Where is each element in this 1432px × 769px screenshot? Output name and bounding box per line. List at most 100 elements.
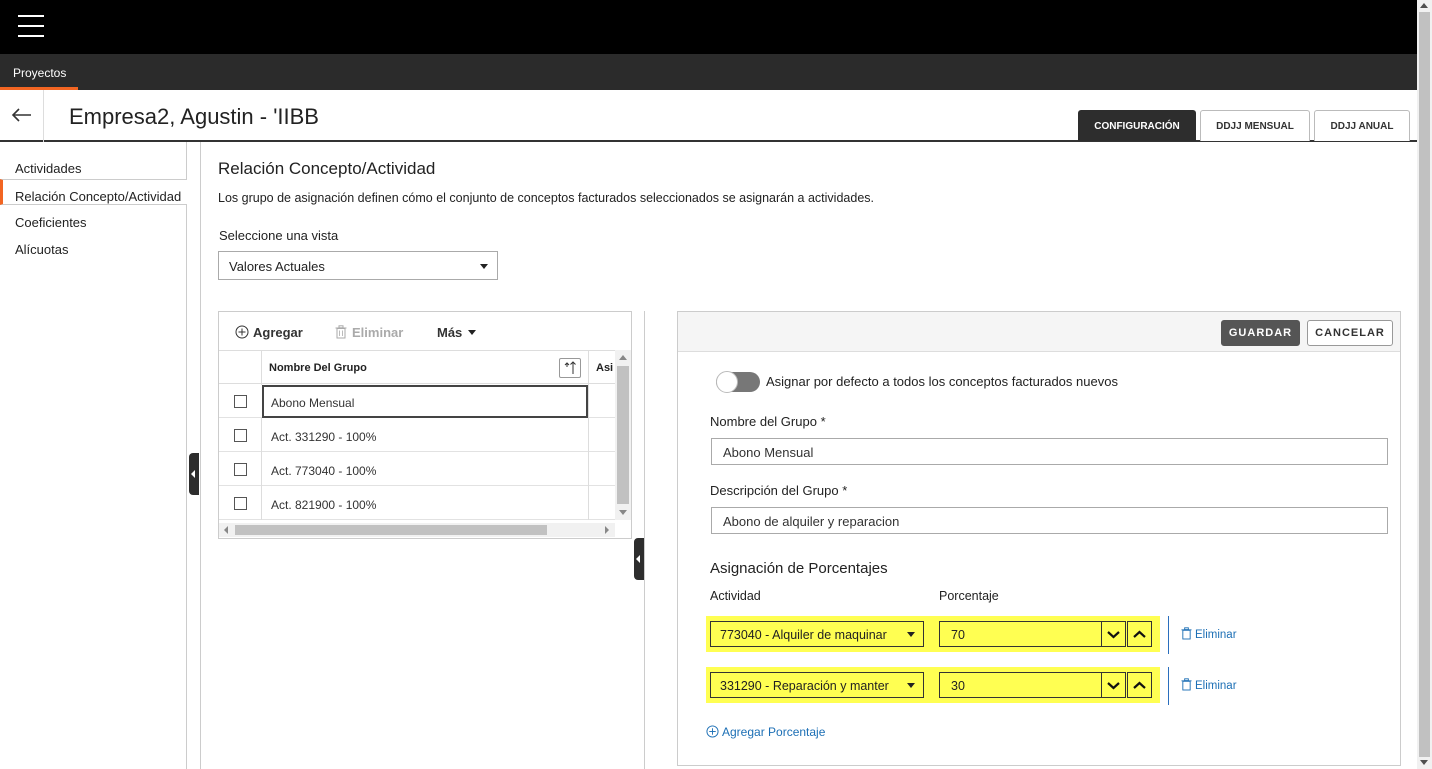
delete-assignment-button[interactable]: Eliminar [1181,678,1237,692]
add-percentage-label: Agregar Porcentaje [722,725,826,739]
scroll-down-arrow-icon[interactable] [1420,760,1428,765]
column-separator [588,351,589,385]
table-row[interactable]: Abono Mensual [219,384,615,418]
decrement-button[interactable] [1101,672,1126,698]
row-checkbox[interactable] [234,463,247,476]
delete-assignment-button[interactable]: Eliminar [1181,627,1237,641]
tab-ddjj-mensual[interactable]: DDJJ MENSUAL [1200,110,1310,141]
group-desc-input[interactable]: Abono de alquiler y reparacion [711,507,1388,534]
group-name-label-text: Nombre del Grupo [710,414,817,429]
delete-group-button[interactable]: Eliminar [335,325,403,340]
page-title: Empresa2, Agustin - 'IIBB [69,104,319,129]
group-name-cell: Abono Mensual [271,396,355,410]
sidebar-item-relacion-concepto-actividad[interactable]: Relación Concepto/Actividad [0,179,187,205]
nav-tab-proyectos[interactable]: Proyectos [0,54,78,90]
sidebar-collapse-icon[interactable] [189,453,199,495]
scroll-right-arrow-icon[interactable] [605,526,609,534]
table-row[interactable]: Act. 331290 - 100% [219,418,615,452]
add-circle-icon [235,325,249,339]
group-grid: Agregar Eliminar Más Nombre Del Grupo As… [218,311,632,539]
activity-select[interactable]: 773040 - Alquiler de maquinar [710,621,924,647]
sort-icon[interactable] [559,358,581,378]
form-toolbar: GUARDAR CANCELAR [678,312,1400,352]
grid-vertical-scrollbar[interactable] [615,350,631,520]
hamburger-menu-icon[interactable] [18,15,44,37]
default-assign-toggle[interactable] [716,371,760,393]
page-scrollbar[interactable] [1417,0,1432,769]
activity-select-value: 773040 - Alquiler de maquinar [720,628,887,642]
increment-button[interactable] [1127,621,1152,647]
row-checkbox[interactable] [234,429,247,442]
chevron-up-icon [1133,630,1146,638]
required-mark: * [842,483,848,498]
group-name-cell: Act. 331290 - 100% [271,430,377,444]
activity-column-label: Actividad [710,589,761,603]
caret-down-icon [467,330,476,335]
page-header: Empresa2, Agustin - 'IIBB CONFIGURACIÓN … [0,90,1417,142]
view-select[interactable]: Valores Actuales [218,251,498,280]
tab-configuracion[interactable]: CONFIGURACIÓN [1078,110,1196,141]
scroll-up-arrow-icon[interactable] [1420,3,1428,8]
section-description: Los grupo de asignación definen cómo el … [218,191,874,205]
grid-header: Nombre Del Grupo Asi [219,350,615,385]
panel-divider [644,311,645,769]
group-desc-label: Descripción del Grupo * [710,483,847,498]
scroll-up-arrow-icon[interactable] [619,355,627,360]
grid-collapse-icon[interactable] [634,538,644,580]
row-checkbox[interactable] [234,497,247,510]
group-desc-label-text: Descripción del Grupo [710,483,839,498]
sidebar-item-coeficientes[interactable]: Coeficientes [0,206,187,232]
add-percentage-button[interactable]: Agregar Porcentaje [706,725,825,739]
column-header-nombre[interactable]: Nombre Del Grupo [269,362,367,374]
header-separator [43,90,44,142]
grid-vscroll-thumb[interactable] [617,366,629,504]
sidebar-item-alicuotas[interactable]: Alícuotas [0,233,187,259]
nav-bar: Proyectos [0,54,1417,90]
column-separator [588,486,589,520]
section-title: Relación Concepto/Actividad [218,159,436,178]
back-arrow-icon[interactable] [10,103,34,127]
chevron-down-icon [1107,631,1120,639]
main-border [200,142,201,769]
page-scrollbar-thumb[interactable] [1419,12,1430,757]
save-button[interactable]: GUARDAR [1221,320,1300,346]
sidebar-item-actividades[interactable]: Actividades [0,152,187,178]
column-separator [261,351,262,385]
percentage-input[interactable]: 70 [939,621,1104,647]
percentage-column-label: Porcentaje [939,589,999,603]
percentage-input[interactable]: 30 [939,672,1104,698]
view-label: Seleccione una vista [219,228,339,243]
view-select-value: Valores Actuales [229,259,325,274]
tab-ddjj-anual[interactable]: DDJJ ANUAL [1314,110,1410,141]
column-separator [588,418,589,452]
scroll-down-arrow-icon[interactable] [619,510,627,515]
grid-hscroll-thumb[interactable] [235,525,547,535]
cancel-button[interactable]: CANCELAR [1307,320,1393,346]
pct-title: Asignación de Porcentajes [710,560,888,577]
activity-select-value: 331290 - Reparación y manter [720,679,889,693]
delete-group-label: Eliminar [352,325,404,340]
more-menu-label: Más [437,325,463,340]
required-mark: * [820,414,826,429]
column-separator [261,452,262,486]
activity-select[interactable]: 331290 - Reparación y manter [710,672,924,698]
toggle-knob [716,371,738,393]
add-group-button[interactable]: Agregar [235,325,303,340]
caret-down-icon [907,632,915,637]
increment-button[interactable] [1127,672,1152,698]
scroll-left-arrow-icon[interactable] [224,526,228,534]
table-row[interactable]: Act. 821900 - 100% [219,486,615,520]
more-menu-button[interactable]: Más [437,325,476,340]
row-checkbox[interactable] [234,395,247,408]
table-row[interactable]: Act. 773040 - 100% [219,452,615,486]
grid-horizontal-scrollbar[interactable] [219,523,615,537]
group-name-input[interactable]: Abono Mensual [711,438,1388,465]
decrement-button[interactable] [1101,621,1126,647]
toggle-label: Asignar por defecto a todos los concepto… [766,374,1118,389]
column-separator [261,418,262,452]
delete-assignment-label: Eliminar [1195,629,1237,641]
column-header-asignacion[interactable]: Asi [596,362,613,374]
chevron-up-icon [1133,681,1146,689]
group-name-label: Nombre del Grupo * [710,414,826,429]
group-name-cell: Act. 773040 - 100% [271,464,377,478]
